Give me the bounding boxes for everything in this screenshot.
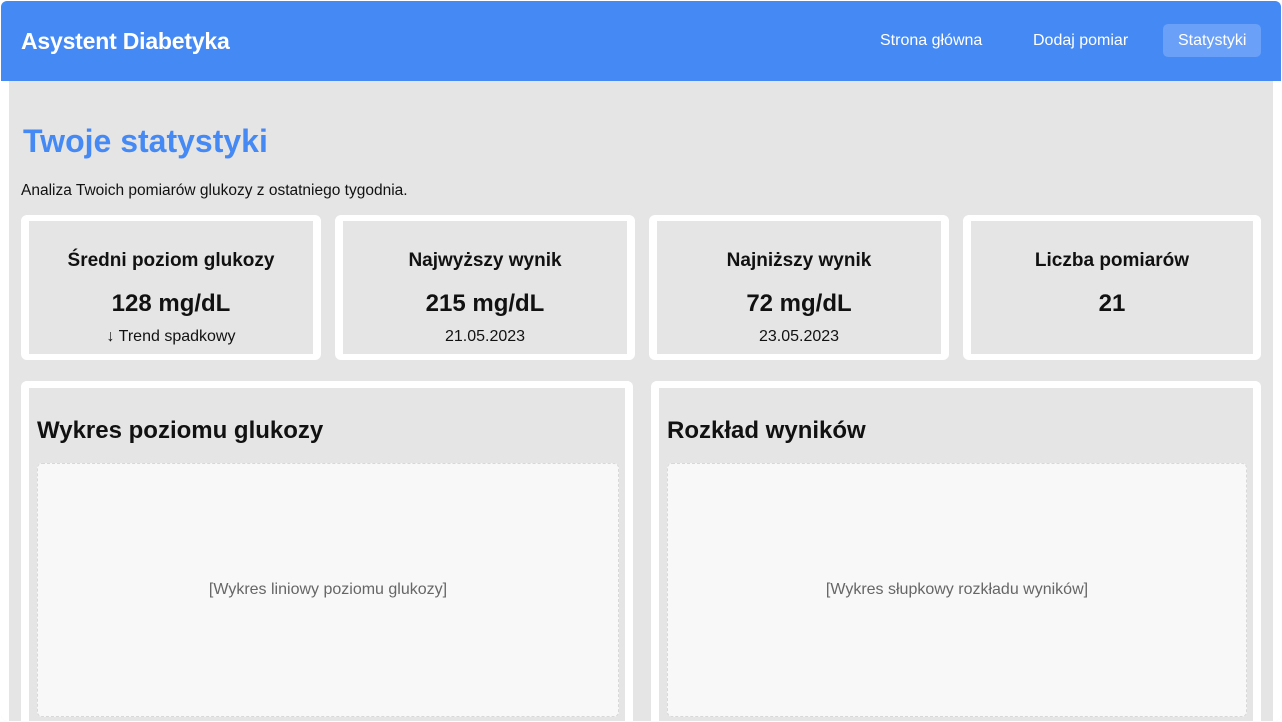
bar-chart-placeholder: [Wykres słupkowy rozkładu wyników] — [667, 463, 1247, 717]
stat-value: 128 mg/dL — [111, 290, 231, 317]
placeholder-text: [Wykres słupkowy rozkładu wyników] — [825, 581, 1089, 598]
stat-card-lowest: Najniższy wynik 72 mg/dL 23.05.2023 — [649, 215, 949, 360]
stat-trend: ↓ Trend spadkowy — [106, 328, 236, 345]
top-navbar: Asystent Diabetyka Strona główna Dodaj p… — [1, 1, 1281, 81]
right-margin — [1273, 81, 1281, 721]
glucose-chart-panel: Wykres poziomu glukozy [Wykres liniowy p… — [21, 381, 633, 721]
stat-card-count: Liczba pomiarów 21 — [963, 215, 1261, 360]
stat-value: 215 mg/dL — [425, 290, 545, 317]
placeholder-text: [Wykres liniowy poziomu glukozy] — [208, 581, 448, 598]
stat-date: 21.05.2023 — [444, 328, 526, 345]
stat-label: Najwyższy wynik — [408, 250, 562, 271]
app-brand[interactable]: Asystent Diabetyka — [21, 28, 230, 55]
chart-title: Wykres poziomu glukozy — [37, 417, 324, 444]
stat-label: Najniższy wynik — [726, 250, 872, 271]
stat-value: 21 — [1098, 290, 1126, 317]
stat-card-average: Średni poziom glukozy 128 mg/dL ↓ Trend … — [21, 215, 321, 360]
chart-title: Rozkład wyników — [667, 417, 866, 444]
nav-link-add-measurement[interactable]: Dodaj pomiar — [1018, 24, 1143, 57]
stat-card-highest: Najwyższy wynik 215 mg/dL 21.05.2023 — [335, 215, 635, 360]
app-window: Asystent Diabetyka Strona główna Dodaj p… — [1, 1, 1281, 721]
page-title: Twoje statystyki — [23, 123, 268, 159]
stat-date: 23.05.2023 — [758, 328, 840, 345]
stat-label: Liczba pomiarów — [1034, 250, 1190, 271]
page-subtitle: Analiza Twoich pomiarów glukozy z ostatn… — [21, 182, 408, 199]
line-chart-placeholder: [Wykres liniowy poziomu glukozy] — [37, 463, 619, 717]
stat-value: 72 mg/dL — [746, 290, 852, 317]
nav-link-statistics[interactable]: Statystyki — [1163, 24, 1262, 57]
stat-label: Średni poziom glukozy — [67, 250, 275, 271]
distribution-chart-panel: Rozkład wyników [Wykres słupkowy rozkład… — [651, 381, 1261, 721]
left-margin — [1, 81, 9, 721]
nav-link-home[interactable]: Strona główna — [865, 24, 997, 57]
